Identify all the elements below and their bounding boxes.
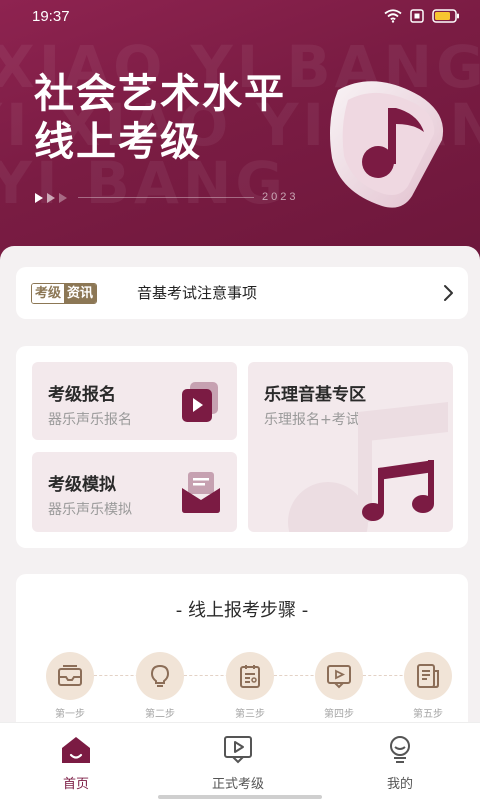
steps-title: - 线上报考步骤 - (175, 600, 309, 621)
mail-icon (58, 665, 82, 686)
news-tag: 考级 资讯 (31, 283, 98, 304)
hero-dots (34, 192, 70, 204)
tab-label: 正式考级 (211, 777, 264, 792)
open-envelope-icon (182, 472, 220, 513)
theory-card[interactable]: 乐理音基专区 乐理报名+考试 (248, 362, 453, 532)
step-label: 第四步 (324, 709, 354, 720)
wifi-icon (384, 9, 402, 23)
bottom-tab-bar: 首页 正式考级 我的 (0, 722, 480, 800)
news-tag-right: 资讯 (64, 284, 97, 303)
news-tag-left: 考级 (32, 284, 65, 303)
news-bar[interactable]: 考级 资讯 音基考试注意事项 (16, 267, 468, 319)
exam-steps: - 线上报考步骤 - 第一步 第二步 第三步 第四步 第五步 (16, 574, 468, 734)
hero-title-line2: 线上考级 (34, 119, 202, 165)
step-label: 第一步 (55, 709, 85, 720)
triangle-dots-icon (35, 193, 67, 203)
feature-menu: 考级报名 器乐声乐报名 考级模拟 器乐声乐模拟 乐理音基专区 乐理报名+考试 (16, 346, 468, 548)
mock-title: 考级模拟 (48, 475, 116, 495)
register-subtitle: 器乐声乐报名 (48, 412, 132, 428)
home-icon (62, 737, 90, 763)
profile-icon (390, 736, 410, 763)
step-5: 第五步 (404, 652, 452, 720)
play-screen-icon (224, 736, 252, 764)
news-headline[interactable]: 音基考试注意事项 (137, 283, 257, 303)
hero-title-line1: 社会艺术水平 (34, 71, 286, 117)
register-card[interactable]: 考级报名 器乐声乐报名 (32, 362, 237, 440)
step-label: 第五步 (413, 709, 443, 720)
tab-profile[interactable]: 我的 (340, 735, 460, 792)
status-time: 19:37 (32, 8, 70, 25)
sim-card-icon (410, 9, 424, 23)
video-stack-icon (182, 382, 218, 422)
status-icons (384, 9, 460, 23)
hero-banner: XIAO YI BANG YI XIAO YI BAN YI BANG 19:3… (0, 0, 480, 262)
mock-subtitle: 器乐声乐模拟 (48, 502, 132, 518)
step-3: 第三步 (226, 652, 274, 720)
hero-title: 社会艺术水平 线上考级 (34, 70, 286, 166)
tab-official-exam[interactable]: 正式考级 (178, 735, 298, 792)
hero-year: 2023 (262, 191, 299, 203)
chevron-right-icon[interactable] (442, 283, 454, 303)
music-note-logo-icon (330, 81, 444, 208)
step-4: 第四步 (315, 652, 363, 720)
document-icon (417, 664, 439, 688)
step-label: 第二步 (145, 709, 175, 720)
tab-label: 首页 (62, 777, 89, 792)
step-1: 第一步 (46, 652, 94, 720)
register-title: 考级报名 (48, 385, 116, 405)
mock-exam-card[interactable]: 考级模拟 器乐声乐模拟 (32, 452, 237, 532)
home-indicator (158, 795, 322, 799)
tab-label: 我的 (386, 777, 413, 792)
step-2: 第二步 (136, 652, 184, 720)
status-bar: 19:37 (0, 0, 480, 34)
lightbulb-icon (150, 664, 170, 687)
hero-divider (78, 197, 254, 198)
video-icon (327, 665, 351, 689)
battery-icon (432, 9, 459, 23)
step-label: 第三步 (235, 709, 265, 720)
clipboard-icon (240, 665, 260, 688)
tab-home[interactable]: 首页 (16, 735, 136, 792)
music-notes-icon (362, 460, 434, 521)
